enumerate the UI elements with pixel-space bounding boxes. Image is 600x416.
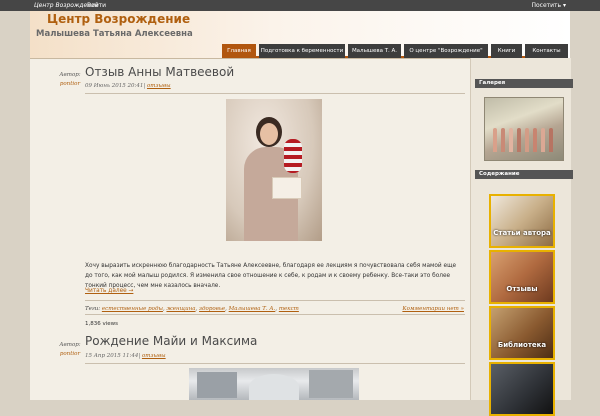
tab-books[interactable]: Книги bbox=[491, 44, 522, 58]
contents-widget-title: Содержание bbox=[475, 170, 573, 179]
page-wrapper: Центр Возрождение Малышева Татьяна Алекс… bbox=[30, 11, 573, 416]
tab-malysheva[interactable]: Малышева Т. А. bbox=[348, 44, 401, 58]
tag-link[interactable]: женщина bbox=[166, 306, 195, 312]
figure-shape bbox=[541, 128, 545, 152]
divider bbox=[85, 300, 465, 301]
tags-label: Теги: bbox=[85, 306, 101, 312]
tag-link[interactable]: естественные роды bbox=[102, 306, 163, 312]
sidebar-item-label: Статьи автора bbox=[493, 229, 551, 237]
post-title[interactable]: Отзыв Анны Матвеевой bbox=[85, 65, 234, 79]
tree-shape bbox=[249, 374, 299, 400]
site-header: Центр Возрождение Малышева Татьяна Алекс… bbox=[30, 11, 570, 59]
divider bbox=[85, 93, 465, 94]
post-title[interactable]: Рождение Майи и Максима bbox=[85, 334, 257, 348]
tab-home[interactable]: Главная bbox=[222, 44, 256, 58]
read-more: Читать далее → bbox=[85, 288, 133, 294]
site-description: Малышева Татьяна Алексеевна bbox=[36, 29, 193, 39]
toy-shape bbox=[284, 139, 302, 173]
post-photo[interactable] bbox=[226, 99, 322, 241]
sidebar-item-keyboard[interactable] bbox=[489, 362, 555, 416]
tag-link[interactable]: Малышева Т. А. bbox=[229, 306, 276, 312]
comments-link[interactable]: Комментарии нет » bbox=[402, 306, 464, 312]
admin-visit-menu[interactable]: Посетить ▾ bbox=[531, 0, 566, 11]
figure-shape bbox=[501, 128, 505, 152]
figure-shape bbox=[509, 128, 513, 152]
author-label: Автор: bbox=[59, 342, 81, 348]
author-label: Автор: bbox=[59, 72, 81, 78]
sidebar-item-label: Отзывы bbox=[506, 285, 538, 293]
author-name[interactable]: pontior bbox=[50, 351, 90, 357]
divider bbox=[85, 363, 465, 364]
divider bbox=[85, 314, 465, 315]
admin-login-link[interactable]: Войти bbox=[87, 0, 106, 11]
post-meta: 09 Июнь 2015 20:41| отзывы bbox=[85, 83, 171, 89]
tab-contacts[interactable]: Контакты bbox=[525, 44, 568, 58]
post-date: 15 Апр 2015 11:44 bbox=[85, 353, 139, 359]
tag-link[interactable]: текст bbox=[279, 306, 299, 312]
post-category-link[interactable]: отзывы bbox=[147, 83, 171, 89]
building-shape bbox=[309, 370, 353, 398]
view-count: 1,836 views bbox=[85, 321, 119, 327]
tab-about-center[interactable]: О центре "Возрождение" bbox=[404, 44, 488, 58]
post-photo[interactable] bbox=[189, 368, 359, 400]
site-title[interactable]: Центр Возрождение bbox=[47, 12, 190, 26]
building-shape bbox=[197, 372, 237, 398]
figure-shape bbox=[549, 128, 553, 152]
admin-bar: Центр Возрождение Войти Посетить ▾ bbox=[0, 0, 600, 11]
post-date: 09 Июнь 2015 20:41 bbox=[85, 83, 144, 89]
box-shape bbox=[272, 177, 302, 199]
sidebar-item-label: Библиотека bbox=[497, 341, 547, 349]
post-category-link[interactable]: отзывы bbox=[142, 353, 166, 359]
figure-shape bbox=[493, 128, 497, 152]
face-shape bbox=[260, 123, 278, 145]
post-meta: 15 Апр 2015 11:44| отзывы bbox=[85, 353, 166, 359]
figure-shape bbox=[525, 128, 529, 152]
sidebar-item-articles[interactable]: Статьи автора bbox=[489, 194, 555, 248]
sidebar-item-library[interactable]: Библиотека bbox=[489, 306, 555, 360]
figure-shape bbox=[517, 128, 521, 152]
read-more-link[interactable]: Читать далее → bbox=[85, 288, 133, 294]
post-tags: Теги: естественные роды, женщина, здоров… bbox=[85, 306, 299, 312]
gallery-thumbnail[interactable] bbox=[484, 97, 564, 161]
post-excerpt: Хочу выразить искреннюю благодарность Та… bbox=[85, 263, 457, 289]
tab-pregnancy-prep[interactable]: Подготовка к беременности bbox=[259, 44, 345, 58]
tag-link[interactable]: здоровье bbox=[199, 306, 225, 312]
figure-shape bbox=[533, 128, 537, 152]
author-name[interactable]: pontior bbox=[50, 81, 90, 87]
gallery-widget-title: Галерея bbox=[475, 79, 573, 88]
sidebar: Галерея Содержание Статьи автора Отзывы … bbox=[470, 58, 573, 416]
sidebar-item-reviews[interactable]: Отзывы bbox=[489, 250, 555, 304]
